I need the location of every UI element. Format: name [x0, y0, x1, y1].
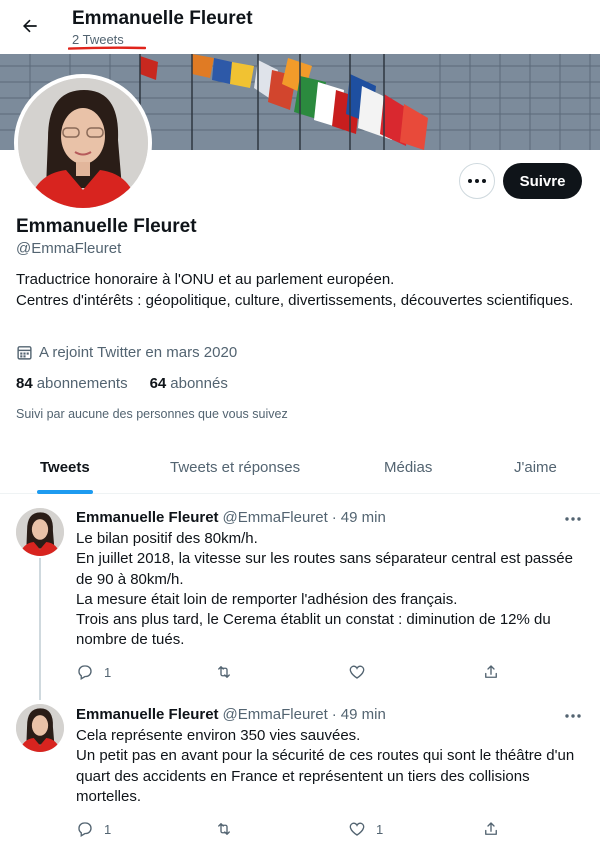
- like-button[interactable]: [348, 663, 376, 681]
- follow-button[interactable]: Suivre: [503, 163, 582, 199]
- tab-tweets[interactable]: Tweets: [40, 459, 90, 476]
- tweet-line: Trois ans plus tard, le Cerema établit u…: [76, 611, 551, 649]
- profile-stats: 84 abonnements 64 abonnés: [16, 375, 228, 392]
- top-bar: Emmanuelle Fleuret 2 Tweets: [0, 0, 600, 54]
- thread-connector: [39, 558, 41, 700]
- tab-media[interactable]: Médias: [384, 459, 432, 476]
- tweet-line: Cela représente environ 350 vies sauvées…: [76, 727, 361, 744]
- tweet-separator: ·: [331, 509, 337, 526]
- tweet-separator: ·: [331, 706, 337, 723]
- followed-by-text: Suivi par aucune des personnes que vous …: [16, 407, 288, 421]
- reply-icon: [76, 820, 94, 838]
- retweet-icon: [214, 820, 234, 838]
- tweet-actions: 1: [76, 663, 506, 683]
- header-title: Emmanuelle Fleuret: [72, 8, 253, 29]
- tweet-author-handle[interactable]: @EmmaFleuret: [223, 509, 328, 526]
- tweet-line: Le bilan positif des 80km/h.: [76, 530, 258, 547]
- share-button[interactable]: [482, 820, 500, 838]
- following-link[interactable]: 84 abonnements: [16, 375, 128, 392]
- tweet-author-handle[interactable]: @EmmaFleuret: [223, 706, 328, 723]
- calendar-icon: [16, 344, 33, 361]
- tab-tweets-replies[interactable]: Tweets et réponses: [170, 459, 300, 476]
- back-button[interactable]: [16, 12, 44, 40]
- tab-likes[interactable]: J'aime: [514, 459, 557, 476]
- heart-icon: [348, 820, 366, 838]
- share-icon: [482, 663, 500, 681]
- tweet-time[interactable]: 49 min: [341, 706, 386, 723]
- red-annotation-underline: [68, 46, 146, 50]
- profile-name: Emmanuelle Fleuret: [16, 216, 197, 237]
- tweet-header: Emmanuelle Fleuret @EmmaFleuret · 49 min: [76, 706, 386, 723]
- tweet-more-button[interactable]: [562, 710, 584, 722]
- profile-tabs: Tweets Tweets et réponses Médias J'aime: [0, 444, 600, 494]
- tweet-avatar[interactable]: [16, 704, 64, 752]
- tweet-more-button[interactable]: [562, 513, 584, 525]
- tweet-avatar[interactable]: [16, 508, 64, 556]
- following-label: abonnements: [36, 375, 128, 392]
- reply-count: 1: [104, 821, 112, 837]
- header-tweet-count: 2 Tweets: [72, 32, 124, 47]
- heart-icon: [348, 663, 366, 681]
- tweet-text: Le bilan positif des 80km/h. En juillet …: [76, 529, 586, 651]
- reply-button[interactable]: 1: [76, 663, 111, 681]
- following-count: 84: [16, 375, 33, 392]
- active-tab-indicator: [37, 490, 93, 494]
- profile-bio: Traductrice honoraire à l'ONU et au parl…: [16, 270, 576, 311]
- more-options-button[interactable]: [459, 163, 495, 199]
- followers-label: abonnés: [170, 375, 228, 392]
- share-icon: [482, 820, 500, 838]
- like-count: 1: [376, 821, 384, 837]
- reply-button[interactable]: 1: [76, 820, 111, 838]
- followers-link[interactable]: 64 abonnés: [150, 375, 228, 392]
- more-horizontal-icon: [565, 714, 581, 718]
- tweet-line: La mesure était loin de remporter l'adhé…: [76, 590, 458, 608]
- share-button[interactable]: [482, 663, 500, 681]
- profile-bio-line: Centres d'intérêts : géopolitique, cultu…: [16, 291, 574, 309]
- like-button[interactable]: 1: [348, 820, 383, 838]
- more-horizontal-icon: [565, 517, 581, 521]
- more-horizontal-icon: [468, 179, 486, 183]
- profile-avatar[interactable]: [14, 74, 152, 212]
- tweet-text: Cela représente environ 350 vies sauvées…: [76, 726, 586, 807]
- tweet-line: Un petit pas en avant pour la sécurité d…: [76, 747, 575, 805]
- tweet-line: En juillet 2018, la vitesse sur les rout…: [76, 550, 573, 588]
- reply-count: 1: [104, 664, 112, 680]
- tweet-author-name[interactable]: Emmanuelle Fleuret: [76, 706, 219, 723]
- profile-bio-line: Traductrice honoraire à l'ONU et au parl…: [16, 271, 395, 288]
- retweet-button[interactable]: [214, 663, 244, 681]
- retweet-icon: [214, 663, 234, 681]
- arrow-left-icon: [20, 16, 40, 36]
- followers-count: 64: [149, 375, 167, 392]
- tweet-time[interactable]: 49 min: [341, 509, 386, 526]
- tweet-header: Emmanuelle Fleuret @EmmaFleuret · 49 min: [76, 509, 386, 526]
- profile-handle: @EmmaFleuret: [16, 240, 122, 257]
- profile-joined: A rejoint Twitter en mars 2020: [16, 344, 237, 361]
- tweet-author-name[interactable]: Emmanuelle Fleuret: [76, 509, 219, 526]
- profile-joined-text: A rejoint Twitter en mars 2020: [39, 344, 238, 361]
- tweet-actions: 1 1: [76, 820, 506, 840]
- reply-icon: [76, 663, 94, 681]
- retweet-button[interactable]: [214, 820, 244, 838]
